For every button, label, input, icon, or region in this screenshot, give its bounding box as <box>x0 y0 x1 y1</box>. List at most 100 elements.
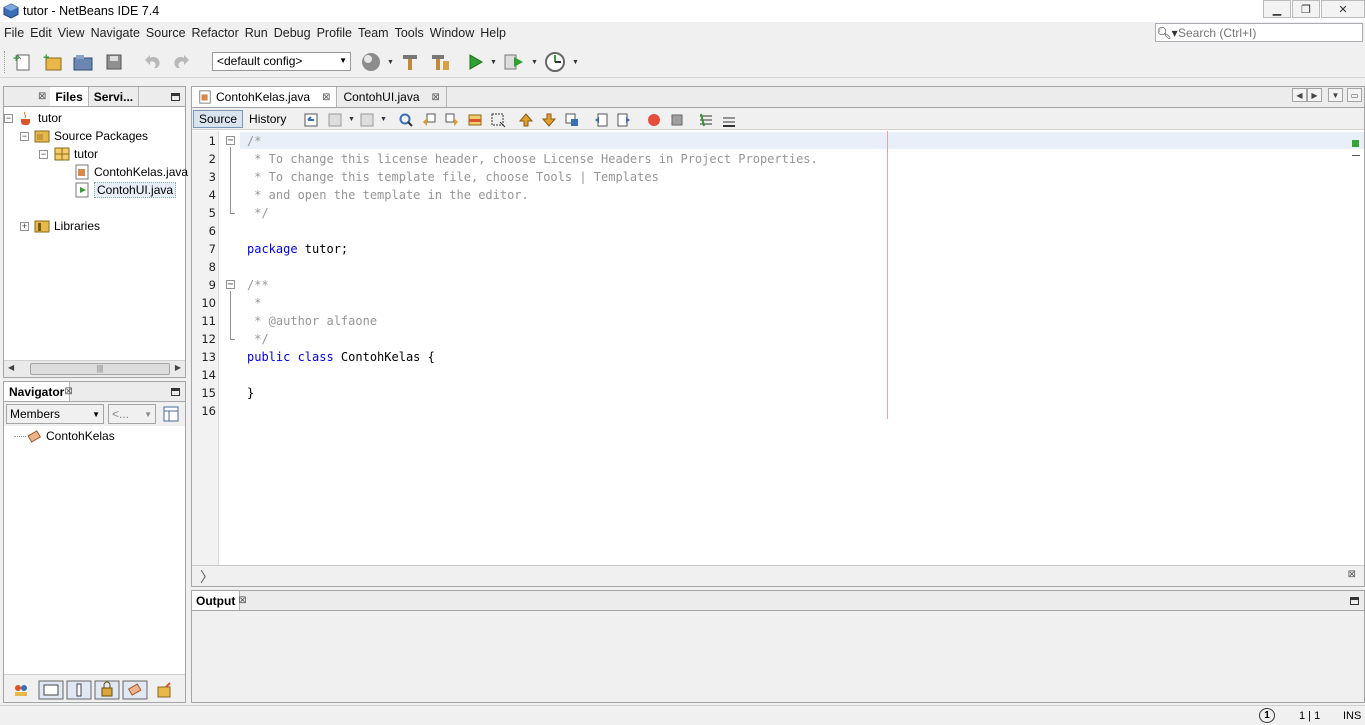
toggle-highlight-button[interactable] <box>466 111 484 129</box>
navigator-config-icon[interactable] <box>162 405 180 423</box>
profile-button[interactable] <box>544 51 566 73</box>
menu-run[interactable]: Run <box>242 26 271 40</box>
non-public-filter-icon[interactable] <box>94 680 120 700</box>
run-button[interactable] <box>464 51 486 73</box>
minimize-panel-icon[interactable] <box>1350 597 1359 605</box>
fields-filter-icon[interactable] <box>38 680 64 700</box>
menu-edit[interactable]: Edit <box>27 26 55 40</box>
tab-contohkelas[interactable]: ContohKelas.java ⊠ <box>192 87 338 107</box>
collapse-icon[interactable]: − <box>4 114 13 123</box>
collapse-icon[interactable]: − <box>39 150 48 159</box>
menu-team[interactable]: Team <box>355 26 392 40</box>
static-filter-icon[interactable] <box>66 680 92 700</box>
tree-node-project[interactable]: tutor <box>18 109 62 127</box>
menu-profile[interactable]: Profile <box>314 26 355 40</box>
menu-help[interactable]: Help <box>477 26 509 40</box>
collapse-icon[interactable]: − <box>20 132 29 141</box>
maximize-editor-button[interactable]: ▭ <box>1347 88 1362 102</box>
minimize-panel-icon[interactable] <box>171 388 180 396</box>
browser-dropdown-icon[interactable]: ▼ <box>387 59 394 66</box>
open-project-button[interactable] <box>72 51 94 73</box>
stop-macro-button[interactable] <box>668 111 686 129</box>
menu-file[interactable]: File <box>0 26 27 40</box>
build-button[interactable] <box>399 51 421 73</box>
scroll-tabs-right-button[interactable]: ▶ <box>1307 88 1322 102</box>
shift-right-button[interactable] <box>615 111 633 129</box>
shift-left-button[interactable] <box>592 111 610 129</box>
quick-search[interactable]: 🔍︎▾ <box>1155 23 1363 42</box>
tab-output[interactable]: Output <box>192 591 241 610</box>
tab-services[interactable]: Servi... <box>89 87 140 106</box>
debug-button[interactable] <box>503 51 525 73</box>
redo-button[interactable] <box>171 51 193 73</box>
rectangular-selection-button[interactable] <box>489 111 507 129</box>
source-mode-button[interactable]: Source <box>193 109 244 128</box>
last-edit-button[interactable] <box>302 111 320 129</box>
undo-button[interactable] <box>141 51 163 73</box>
search-input[interactable] <box>1178 25 1358 40</box>
scroll-left-icon[interactable]: ◀ <box>8 363 14 372</box>
tree-node-file-contohkelas[interactable]: ContohKelas.java <box>74 163 188 181</box>
projects-tab-close-icon[interactable]: ⊠ <box>34 87 50 106</box>
previous-bookmark-button[interactable] <box>517 111 535 129</box>
navigator-close-icon[interactable]: ⊠ <box>60 382 76 401</box>
show-opened-documents-button[interactable]: ▼ <box>1328 88 1343 102</box>
menu-view[interactable]: View <box>55 26 88 40</box>
error-stripe-ok-mark[interactable] <box>1352 140 1359 147</box>
debug-dropdown-icon[interactable]: ▼ <box>531 59 538 66</box>
tree-node-package[interactable]: tutor <box>54 145 98 163</box>
scroll-thumb[interactable]: ||| <box>30 363 170 375</box>
history-mode-button[interactable]: History <box>244 110 291 128</box>
clean-build-button[interactable] <box>430 51 452 73</box>
comment-button[interactable] <box>697 111 715 129</box>
inner-classes-filter-icon[interactable] <box>122 680 148 700</box>
close-tab-icon[interactable]: ⊠ <box>322 92 330 103</box>
output-close-icon[interactable]: ⊠ <box>234 591 250 610</box>
uncomment-button[interactable] <box>720 111 738 129</box>
close-button[interactable]: ✕ <box>1321 0 1365 18</box>
navigator-node-class[interactable]: ContohKelas <box>26 427 115 445</box>
chevron-right-icon[interactable]: 〉 <box>200 567 214 587</box>
tab-contohui[interactable]: ContohUI.java ⊠ <box>337 87 447 107</box>
tab-files[interactable]: Files <box>50 87 89 106</box>
scroll-tabs-left-button[interactable]: ◀ <box>1292 88 1307 102</box>
menu-window[interactable]: Window <box>427 26 477 40</box>
config-dropdown[interactable]: <default config> ▼ <box>212 52 351 71</box>
next-bookmark-button[interactable] <box>540 111 558 129</box>
find-next-button[interactable] <box>443 111 461 129</box>
tree-node-source-packages[interactable]: Source Packages <box>34 127 148 145</box>
minimize-panel-icon[interactable] <box>171 93 180 101</box>
back-button[interactable] <box>326 111 344 129</box>
close-tab-icon[interactable]: ⊠ <box>432 92 440 103</box>
profile-dropdown-icon[interactable]: ▼ <box>572 59 579 66</box>
sort-icon[interactable] <box>156 681 174 699</box>
close-icon[interactable]: ⊠ <box>1348 569 1356 580</box>
forward-button[interactable] <box>358 111 376 129</box>
menu-debug[interactable]: Debug <box>271 26 314 40</box>
fold-toggle-icon[interactable]: − <box>226 280 235 290</box>
new-project-button[interactable]: + <box>42 51 64 73</box>
expand-icon[interactable]: + <box>20 222 29 231</box>
menu-refactor[interactable]: Refactor <box>189 26 242 40</box>
inherited-filter-icon[interactable] <box>12 681 30 699</box>
save-all-button[interactable] <box>103 51 125 73</box>
new-file-button[interactable]: + <box>12 51 34 73</box>
menu-navigate[interactable]: Navigate <box>88 26 143 40</box>
browser-button[interactable] <box>360 51 382 73</box>
menu-source[interactable]: Source <box>143 26 189 40</box>
notifications-icon[interactable]: 1 <box>1259 708 1275 723</box>
toggle-bookmark-button[interactable] <box>563 111 581 129</box>
back-dropdown-icon[interactable]: ▼ <box>348 116 355 123</box>
members-dropdown[interactable]: Members ▼ <box>6 404 104 424</box>
minimize-button[interactable]: ▁ <box>1263 0 1291 18</box>
secondary-dropdown[interactable]: <... ▼ <box>108 404 156 424</box>
restore-button[interactable]: ❐ <box>1292 0 1320 18</box>
find-previous-button[interactable] <box>420 111 438 129</box>
find-selection-button[interactable] <box>397 111 415 129</box>
tree-node-libraries[interactable]: Libraries <box>34 217 100 235</box>
start-macro-button[interactable] <box>645 111 663 129</box>
run-dropdown-icon[interactable]: ▼ <box>490 59 497 66</box>
horizontal-scrollbar[interactable]: ◀ ||| ▶ <box>4 360 185 377</box>
code-editor[interactable]: − − 1 2 3 4 5 6 7 8 9 10 11 12 13 14 15 … <box>192 131 1364 565</box>
fold-toggle-icon[interactable]: − <box>226 136 235 146</box>
